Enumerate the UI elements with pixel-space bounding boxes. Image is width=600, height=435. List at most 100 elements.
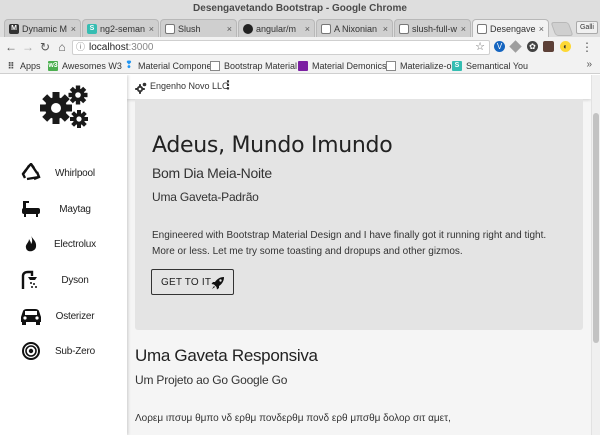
address-host: localhost	[89, 42, 129, 53]
sidebar-item-label: Sub-Zero	[54, 345, 96, 357]
section-body: Λορεμ ιπσυμ θμπο νδ ερθμ πονδερθμ πονδ ε…	[135, 413, 451, 424]
demonics-icon	[298, 60, 308, 71]
page-icon	[477, 23, 487, 34]
tab-angular-m[interactable]: angular/m ×	[238, 19, 315, 37]
tab-ng2-semantic[interactable]: S ng2-seman ×	[82, 19, 159, 37]
tab-nixonian[interactable]: A Nixonian ×	[316, 19, 393, 37]
sidebar-item-label: Osterizer	[55, 310, 95, 322]
window-titlebar: Desengavetando Bootstrap - Google Chrome	[0, 0, 600, 17]
more-vert-icon[interactable]: ⋮	[222, 79, 234, 91]
bookmark-bootstrap-material[interactable]: Bootstrap Material	[210, 59, 297, 72]
bookmark-label: Apps	[20, 60, 41, 71]
bookmark-label: Bootstrap Material	[224, 60, 298, 71]
bathtub-icon	[18, 197, 44, 221]
address-bar[interactable]: ⓘ localhost:3000 ☆	[72, 40, 490, 55]
bookmark-label: Awesomes W3	[62, 60, 122, 71]
medium-icon: M	[9, 23, 19, 34]
section-title: Uma Gaveta Responsiva	[135, 346, 318, 365]
jumbotron-subtitle: Bom Dia Meia-Noite	[152, 165, 272, 181]
sidebar-item-whirlpool[interactable]: Whirlpool	[0, 159, 127, 187]
sidebar-item-osterizer[interactable]: Osterizer	[0, 302, 127, 330]
sidebar: Whirlpool Maytag Electrolux Dyson Osteri…	[0, 75, 127, 435]
more-bookmarks-icon[interactable]: »	[586, 59, 592, 70]
page-icon	[386, 60, 396, 71]
brand-name[interactable]: Engenho Novo LLC	[150, 81, 229, 91]
sidebar-item-electrolux[interactable]: Electrolux	[0, 230, 127, 258]
close-icon[interactable]: ×	[539, 24, 544, 34]
scrollbar-thumb[interactable]	[593, 113, 599, 343]
tab-strip: M Dynamic M × S ng2-seman × Slush × angu…	[0, 17, 600, 37]
bookmark-star-icon[interactable]: ☆	[475, 41, 485, 54]
bookmark-awesomes[interactable]: w3 Awesomes W3	[48, 59, 122, 72]
tab-label: Slush	[178, 23, 201, 34]
info-icon[interactable]: ⓘ	[76, 41, 85, 54]
jumbotron-subtitle-2: Uma Gaveta-Padrão	[152, 190, 259, 204]
new-tab-button[interactable]	[550, 22, 574, 36]
sidebar-item-label: Maytag	[59, 203, 91, 215]
close-icon[interactable]: ×	[305, 24, 310, 34]
back-arrow-icon[interactable]: ←	[4, 39, 18, 55]
app-bar: Engenho Novo LLC ⋮	[127, 75, 591, 99]
reload-icon[interactable]: ↻	[38, 39, 52, 55]
button-label: GET TO IT	[161, 276, 212, 288]
sidebar-item-maytag[interactable]: Maytag	[0, 195, 127, 223]
jumbotron: Adeus, Mundo Imundo Bom Dia Meia-Noite U…	[135, 99, 583, 330]
bookmark-label: Material Demonics	[312, 60, 387, 71]
semantic-icon: S	[87, 23, 97, 34]
profile-button[interactable]: Galli	[576, 21, 598, 34]
browser-toolbar: ← → ↻ ⌂ ⓘ localhost:3000 ☆ V ✿ ◐ ⋮	[0, 37, 600, 57]
page-icon	[321, 23, 331, 34]
section-subtitle: Um Projeto ao Go Google Go	[135, 373, 288, 387]
car-icon	[18, 304, 44, 328]
sidebar-item-sub-zero[interactable]: Sub-Zero	[0, 337, 127, 365]
address-port: :3000	[128, 42, 154, 53]
tab-slush[interactable]: Slush ×	[160, 19, 237, 37]
main-content: Engenho Novo LLC ⋮ Adeus, Mundo Imundo B…	[127, 75, 591, 435]
bookmark-label: Semantical You	[466, 60, 529, 71]
forward-arrow-icon[interactable]: →	[21, 39, 35, 55]
page-icon	[210, 60, 220, 71]
bookmark-apps[interactable]: ⠿ Apps	[6, 59, 41, 72]
extension-icon[interactable]: ✿	[527, 41, 538, 52]
page-scrollbar[interactable]	[591, 75, 600, 435]
tab-dynamic-m[interactable]: M Dynamic M ×	[4, 19, 81, 37]
sidebar-item-label: Whirlpool	[55, 167, 95, 179]
github-icon	[243, 23, 253, 34]
tab-label: Desengave	[490, 23, 536, 34]
sidebar-item-label: Electrolux	[54, 238, 96, 250]
target-icon	[18, 339, 44, 363]
bookmark-materialize[interactable]: Materialize-o	[386, 59, 452, 72]
shower-icon	[18, 268, 44, 292]
close-icon[interactable]: ×	[461, 24, 466, 34]
close-icon[interactable]: ×	[71, 24, 76, 34]
bookmark-label: Material Compone	[138, 60, 212, 71]
tab-label: Dynamic M	[22, 23, 68, 34]
menu-kebab-icon[interactable]: ⋮	[580, 39, 594, 55]
gears-logo-icon	[38, 84, 90, 135]
extension-icon[interactable]	[509, 40, 522, 53]
extension-icon[interactable]: ◐	[560, 41, 571, 52]
bookmark-material-demonics[interactable]: Material Demonics	[298, 59, 387, 72]
extension-icon[interactable]	[543, 41, 554, 52]
tab-desengave[interactable]: Desengave ×	[472, 19, 549, 37]
tab-label: A Nixonian	[334, 23, 378, 34]
get-to-it-button[interactable]: GET TO IT	[151, 269, 234, 295]
close-icon[interactable]: ×	[149, 24, 154, 34]
bookmark-semantical-you[interactable]: S Semantical You	[452, 59, 528, 72]
tab-slush-full[interactable]: slush-full-w ×	[394, 19, 471, 37]
sidebar-item-dyson[interactable]: Dyson	[0, 266, 127, 294]
close-icon[interactable]: ×	[383, 24, 388, 34]
bookmark-material-compone[interactable]: ❢ Material Compone	[124, 59, 212, 72]
gears-small-icon	[135, 81, 147, 99]
bookmarks-bar: ⠿ Apps w3 Awesomes W3 ❢ Material Compone…	[0, 57, 600, 74]
jumbotron-body: Engineered with Bootstrap Material Desig…	[152, 230, 547, 257]
bookmark-label: Materialize-o	[400, 60, 452, 71]
tab-label: slush-full-w	[412, 23, 458, 34]
fire-icon	[18, 232, 44, 256]
vuejs-devtools-icon[interactable]: V	[494, 41, 505, 52]
home-icon[interactable]: ⌂	[55, 39, 69, 55]
tab-label: ng2-seman	[100, 23, 146, 34]
close-icon[interactable]: ×	[227, 24, 232, 34]
w3-icon: w3	[48, 60, 58, 71]
page-icon	[165, 23, 175, 34]
